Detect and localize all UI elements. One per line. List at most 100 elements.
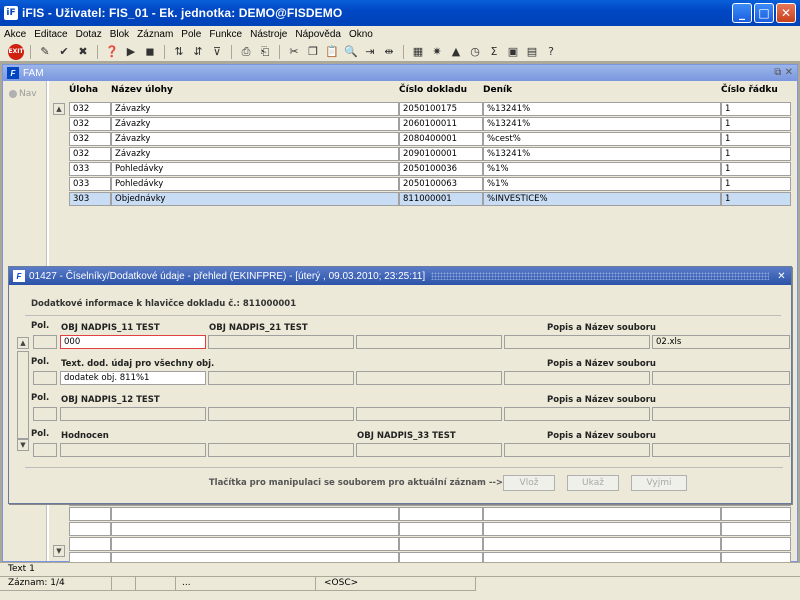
clock-icon[interactable]: ◷ <box>467 44 483 60</box>
section-3-field-4[interactable] <box>504 407 650 421</box>
print-setup-icon[interactable]: ⎗ <box>257 44 273 60</box>
cell-nazev-ulohy[interactable]: Závazky <box>111 117 399 131</box>
section-2-field-4[interactable] <box>504 371 650 385</box>
dialog-close-icon[interactable]: ✕ <box>775 270 788 282</box>
minimize-button[interactable]: _ <box>732 3 752 23</box>
cell-uloha[interactable] <box>69 522 111 536</box>
cell-denik[interactable]: %13241% <box>483 117 721 131</box>
warning-icon[interactable]: ▲ <box>448 44 464 60</box>
cut-icon[interactable]: ✂ <box>286 44 302 60</box>
cell-uloha[interactable] <box>69 537 111 551</box>
cell-nazev-ulohy[interactable]: Závazky <box>111 102 399 116</box>
menu-okno[interactable]: Okno <box>349 29 373 40</box>
find-icon[interactable]: 🔍 <box>343 44 359 60</box>
cell-cislo-dokladu[interactable]: 2050100175 <box>399 102 483 116</box>
menu-akce[interactable]: Akce <box>4 29 26 40</box>
section-1-file-field[interactable]: 02.xls <box>652 335 790 349</box>
cell-nazev-ulohy[interactable]: Pohledávky <box>111 177 399 191</box>
calendar-icon[interactable]: ▦ <box>410 44 426 60</box>
cell-denik[interactable]: %cest% <box>483 132 721 146</box>
filter-icon[interactable]: ⊽ <box>209 44 225 60</box>
accept-icon[interactable]: ✔ <box>56 44 72 60</box>
remove-file-button[interactable]: Vyjmi <box>631 475 687 491</box>
cell-nazev-ulohy[interactable] <box>111 507 399 521</box>
section-1-field-3[interactable] <box>356 335 502 349</box>
dialog-scrollbar-track[interactable] <box>17 351 29 439</box>
section-4-file-field[interactable] <box>652 443 790 457</box>
cell-denik[interactable]: %1% <box>483 177 721 191</box>
query-enter-icon[interactable]: ❓ <box>104 44 120 60</box>
split-icon[interactable]: ⇹ <box>381 44 397 60</box>
menu-funkce[interactable]: Funkce <box>209 29 242 40</box>
cell-denik[interactable]: %13241% <box>483 147 721 161</box>
section-2-file-field[interactable] <box>652 371 790 385</box>
cell-cislo-dokladu[interactable] <box>399 507 483 521</box>
cell-cislo-dokladu[interactable]: 2060100011 <box>399 117 483 131</box>
grid-scroll-up-button[interactable]: ▲ <box>53 103 65 115</box>
maximize-button[interactable]: □ <box>754 3 774 23</box>
exit-icon[interactable]: EXIT <box>8 43 24 60</box>
document-icon[interactable]: ▤ <box>524 44 540 60</box>
cancel-icon[interactable]: ✖ <box>75 44 91 60</box>
menu-nastroje[interactable]: Nástroje <box>250 29 287 40</box>
insert-file-button[interactable]: Vlož <box>503 475 555 491</box>
section-2-field-2[interactable] <box>208 371 354 385</box>
dialog-scroll-up-button[interactable]: ▲ <box>17 337 29 349</box>
cell-cislo-radku[interactable]: 1 <box>721 147 791 161</box>
menu-editace[interactable]: Editace <box>34 29 67 40</box>
table-row[interactable]: 032 Závazky 2080400001 %cest% 1 <box>69 132 791 146</box>
cell-uloha[interactable]: 033 <box>69 177 111 191</box>
cell-cislo-radku[interactable] <box>721 507 791 521</box>
section-4-field-2[interactable] <box>208 443 354 457</box>
section-3-field-3[interactable] <box>356 407 502 421</box>
print-icon[interactable]: ⎙ <box>238 44 254 60</box>
cell-cislo-dokladu[interactable]: 2050100063 <box>399 177 483 191</box>
section-3-field-1[interactable] <box>60 407 206 421</box>
settings-icon[interactable]: ✷ <box>429 44 445 60</box>
cell-nazev-ulohy[interactable]: Objednávky <box>111 192 399 206</box>
cell-denik[interactable] <box>483 537 721 551</box>
cell-nazev-ulohy[interactable]: Pohledávky <box>111 162 399 176</box>
cell-uloha[interactable]: 303 <box>69 192 111 206</box>
section-3-field-2[interactable] <box>208 407 354 421</box>
table-row[interactable]: 032 Závazky 2060100011 %13241% 1 <box>69 117 791 131</box>
table-row[interactable] <box>69 522 791 536</box>
cell-nazev-ulohy[interactable] <box>111 522 399 536</box>
save-icon[interactable]: ✎ <box>37 44 53 60</box>
cell-denik[interactable]: %INVESTICE% <box>483 192 721 206</box>
section-4-field-3[interactable] <box>356 443 502 457</box>
sum-icon[interactable]: Σ <box>486 44 502 60</box>
indent-icon[interactable]: ⇥ <box>362 44 378 60</box>
table-row[interactable] <box>69 537 791 551</box>
menu-dotaz[interactable]: Dotaz <box>76 29 102 40</box>
cell-cislo-radku[interactable]: 1 <box>721 192 791 206</box>
sort-icon[interactable]: ⇅ <box>171 44 187 60</box>
cell-cislo-radku[interactable]: 1 <box>721 162 791 176</box>
cell-nazev-ulohy[interactable]: Závazky <box>111 147 399 161</box>
cell-uloha[interactable] <box>69 507 111 521</box>
menu-zaznam[interactable]: Záznam <box>137 29 173 40</box>
pol-field[interactable] <box>33 371 57 385</box>
cell-cislo-dokladu[interactable]: 2050100036 <box>399 162 483 176</box>
copy-icon[interactable]: ❐ <box>305 44 321 60</box>
grid-scroll-down-button[interactable]: ▼ <box>53 545 65 557</box>
cell-nazev-ulohy[interactable]: Závazky <box>111 132 399 146</box>
table-row[interactable]: 033 Pohledávky 2050100063 %1% 1 <box>69 177 791 191</box>
excel-icon[interactable]: ▣ <box>505 44 521 60</box>
cell-cislo-dokladu[interactable]: 2090100001 <box>399 147 483 161</box>
cell-nazev-ulohy[interactable] <box>111 537 399 551</box>
pol-field[interactable] <box>33 407 57 421</box>
cell-denik[interactable] <box>483 507 721 521</box>
close-button[interactable]: ✕ <box>776 3 796 23</box>
query-execute-icon[interactable]: ▶ <box>123 44 139 60</box>
section-4-field-4[interactable] <box>504 443 650 457</box>
sort-desc-icon[interactable]: ⇵ <box>190 44 206 60</box>
section-1-field-2[interactable] <box>208 335 354 349</box>
cell-cislo-dokladu[interactable] <box>399 522 483 536</box>
cell-uloha[interactable]: 032 <box>69 117 111 131</box>
table-row[interactable]: 303 Objednávky 811000001 %INVESTICE% 1 <box>69 192 791 206</box>
pol-field[interactable] <box>33 335 57 349</box>
section-3-file-field[interactable] <box>652 407 790 421</box>
cell-denik[interactable]: %1% <box>483 162 721 176</box>
cell-uloha[interactable]: 032 <box>69 102 111 116</box>
